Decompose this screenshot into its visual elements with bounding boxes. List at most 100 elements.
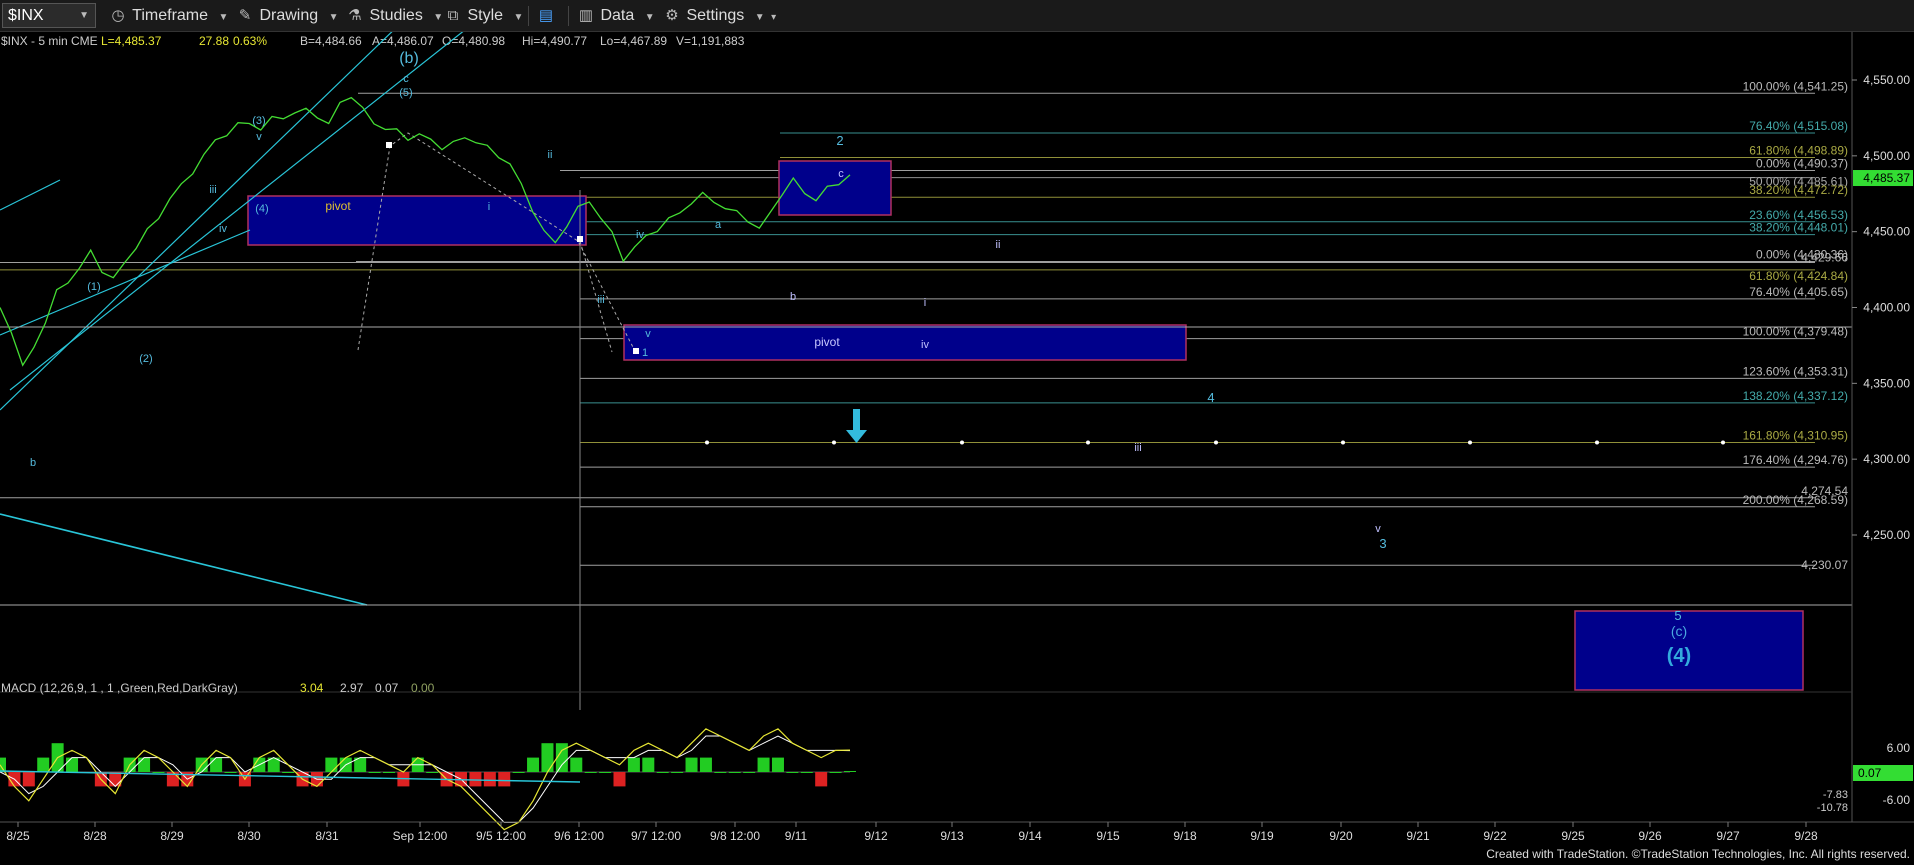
time-axis-label: 9/7 12:00 <box>631 829 681 843</box>
fib-level-label: 123.60% (4,353.31) <box>1743 364 1848 378</box>
macd-histogram-bar <box>152 772 165 773</box>
wave-label: (1) <box>87 281 100 293</box>
chevron-down-icon: ▼ <box>513 12 524 23</box>
pivot-zone-left <box>247 195 587 246</box>
fib-level-label: 76.40% (4,515.08) <box>1749 119 1848 133</box>
time-axis-label: 9/27 <box>1716 829 1740 843</box>
macd-histogram-bar <box>584 772 597 773</box>
time-axis-label: 9/28 <box>1794 829 1818 843</box>
drawing-label: Drawing <box>259 7 319 24</box>
data-button[interactable]: ▥ Data ▼ <box>576 4 655 28</box>
macd-histogram-bar <box>66 757 79 772</box>
time-axis-label: 9/22 <box>1483 829 1507 843</box>
macd-histogram-bar <box>671 772 684 773</box>
macd-label: MACD (12,26,9, 1 , 1 ,Green,Red,DarkGray… <box>1 681 238 695</box>
time-axis-label: 8/31 <box>315 829 339 843</box>
time-axis-label: 9/25 <box>1561 829 1585 843</box>
drawing-button[interactable]: ✎ Drawing ▼ <box>235 4 339 28</box>
price-axis-label: 4,500.00 <box>1863 149 1910 163</box>
time-axis-label: 8/30 <box>237 829 261 843</box>
price-axis-label: 4,550.00 <box>1863 73 1910 87</box>
macd-value: 0.07 <box>375 681 399 695</box>
chevron-down-icon: ▼ <box>328 12 339 23</box>
macd-histogram-bar <box>570 757 583 772</box>
macd-histogram-bar <box>800 772 813 773</box>
symbol-input[interactable]: $INX ▼ <box>2 3 96 28</box>
chevron-down-icon: ▼ <box>754 12 765 23</box>
macd-histogram-bar <box>22 772 35 787</box>
footer-credit: Created with TradeStation. ©TradeStation… <box>1486 847 1910 861</box>
time-axis-label: 9/11 <box>785 829 808 843</box>
macd-histogram-bar <box>382 772 395 773</box>
level-dot-marker <box>1595 440 1599 445</box>
time-axis-label: 9/19 <box>1250 829 1274 843</box>
wave-label: 2 <box>836 133 843 148</box>
price-axis-label: 4,300.00 <box>1863 452 1910 466</box>
fib-level-label: 38.20% (4,448.01) <box>1749 221 1848 235</box>
wave-label: (3) <box>252 115 265 127</box>
wave-label: v <box>1375 523 1381 535</box>
chevron-down-icon: ▾ <box>771 12 777 23</box>
level-dot-marker <box>1086 440 1090 445</box>
fib-level-label: 4,429.66 <box>1801 251 1848 265</box>
layout-button[interactable]: ▤ <box>536 4 556 28</box>
wave-label: (4) <box>1667 645 1691 667</box>
macd-histogram-bar <box>829 772 842 773</box>
chart-area[interactable]: $INX - 5 min CME L=4,485.37 27.88 0.63% B=4… <box>0 32 1914 865</box>
wave-label: iii <box>209 184 216 196</box>
wave-label: i <box>488 201 490 213</box>
wave-label: iv <box>636 229 644 241</box>
macd-histogram-bar <box>282 772 295 773</box>
macd-histogram-bar <box>426 772 439 773</box>
wave-label: a <box>715 219 722 231</box>
fib-level-label: 4,230.07 <box>1801 558 1848 572</box>
wave-label: i <box>924 297 926 309</box>
timeframe-button[interactable]: ◷ Timeframe ▼ <box>108 4 228 28</box>
macd-histogram-bar <box>483 772 496 787</box>
fib-level-label: 61.80% (4,498.89) <box>1749 144 1848 158</box>
settings-button[interactable]: ⚙ Settings ▼ ▾ <box>662 4 776 28</box>
header-field: Hi=4,490.77 <box>522 34 587 48</box>
header-field: A=4,486.07 <box>372 34 434 48</box>
price-axis-label: 4,450.00 <box>1863 225 1910 239</box>
wave-label: c <box>403 73 409 85</box>
macd-histogram-bar <box>743 772 756 773</box>
macd-histogram-bar <box>210 757 223 772</box>
macd-histogram-bar <box>512 772 525 773</box>
header-field: 0.63% <box>233 34 267 48</box>
settings-label: Settings <box>686 7 745 24</box>
wave-label: (5) <box>399 87 412 99</box>
time-axis-label: 9/26 <box>1638 829 1662 843</box>
macd-axis-label: 6.00 <box>1887 741 1911 755</box>
macd-histogram-bar <box>844 770 856 772</box>
time-axis-label: 9/14 <box>1018 829 1042 843</box>
chevron-down-icon[interactable]: ▼ <box>79 4 89 27</box>
macd-histogram-bar <box>642 757 655 772</box>
macd-histogram-bar <box>786 772 799 773</box>
timeframe-label: Timeframe <box>132 7 209 24</box>
symbol-value: $INX <box>8 7 44 24</box>
level-dot-marker <box>1468 440 1472 445</box>
last-price-label: 4,485.37 <box>1863 171 1910 185</box>
macd-histogram-bar <box>224 772 237 773</box>
time-axis-label: 9/21 <box>1406 829 1430 843</box>
time-axis-label: 9/15 <box>1096 829 1120 843</box>
wave-label: v <box>645 328 651 340</box>
anchor-point-marker <box>386 142 392 148</box>
macd-histogram-bar <box>138 757 151 772</box>
style-button[interactable]: ⧉ Style ▼ <box>443 4 524 28</box>
wave-label: (c) <box>1671 623 1687 639</box>
macd-histogram-bar <box>541 743 554 772</box>
chevron-down-icon: ▼ <box>644 12 655 23</box>
wave-label: 1 <box>642 347 648 359</box>
studies-button[interactable]: ⚗ Studies ▼ <box>345 4 443 28</box>
header-field: B=4,484.66 <box>300 34 362 48</box>
macd-histogram-bar <box>815 772 828 787</box>
chart-background <box>0 32 1914 865</box>
time-axis-label: 9/20 <box>1329 829 1353 843</box>
wave-label: iii <box>1134 442 1141 454</box>
wave-label: b <box>790 291 796 303</box>
chevron-down-icon: ▼ <box>433 12 444 23</box>
header-field: V=1,191,883 <box>676 34 745 48</box>
macd-histogram-bar <box>699 757 712 772</box>
